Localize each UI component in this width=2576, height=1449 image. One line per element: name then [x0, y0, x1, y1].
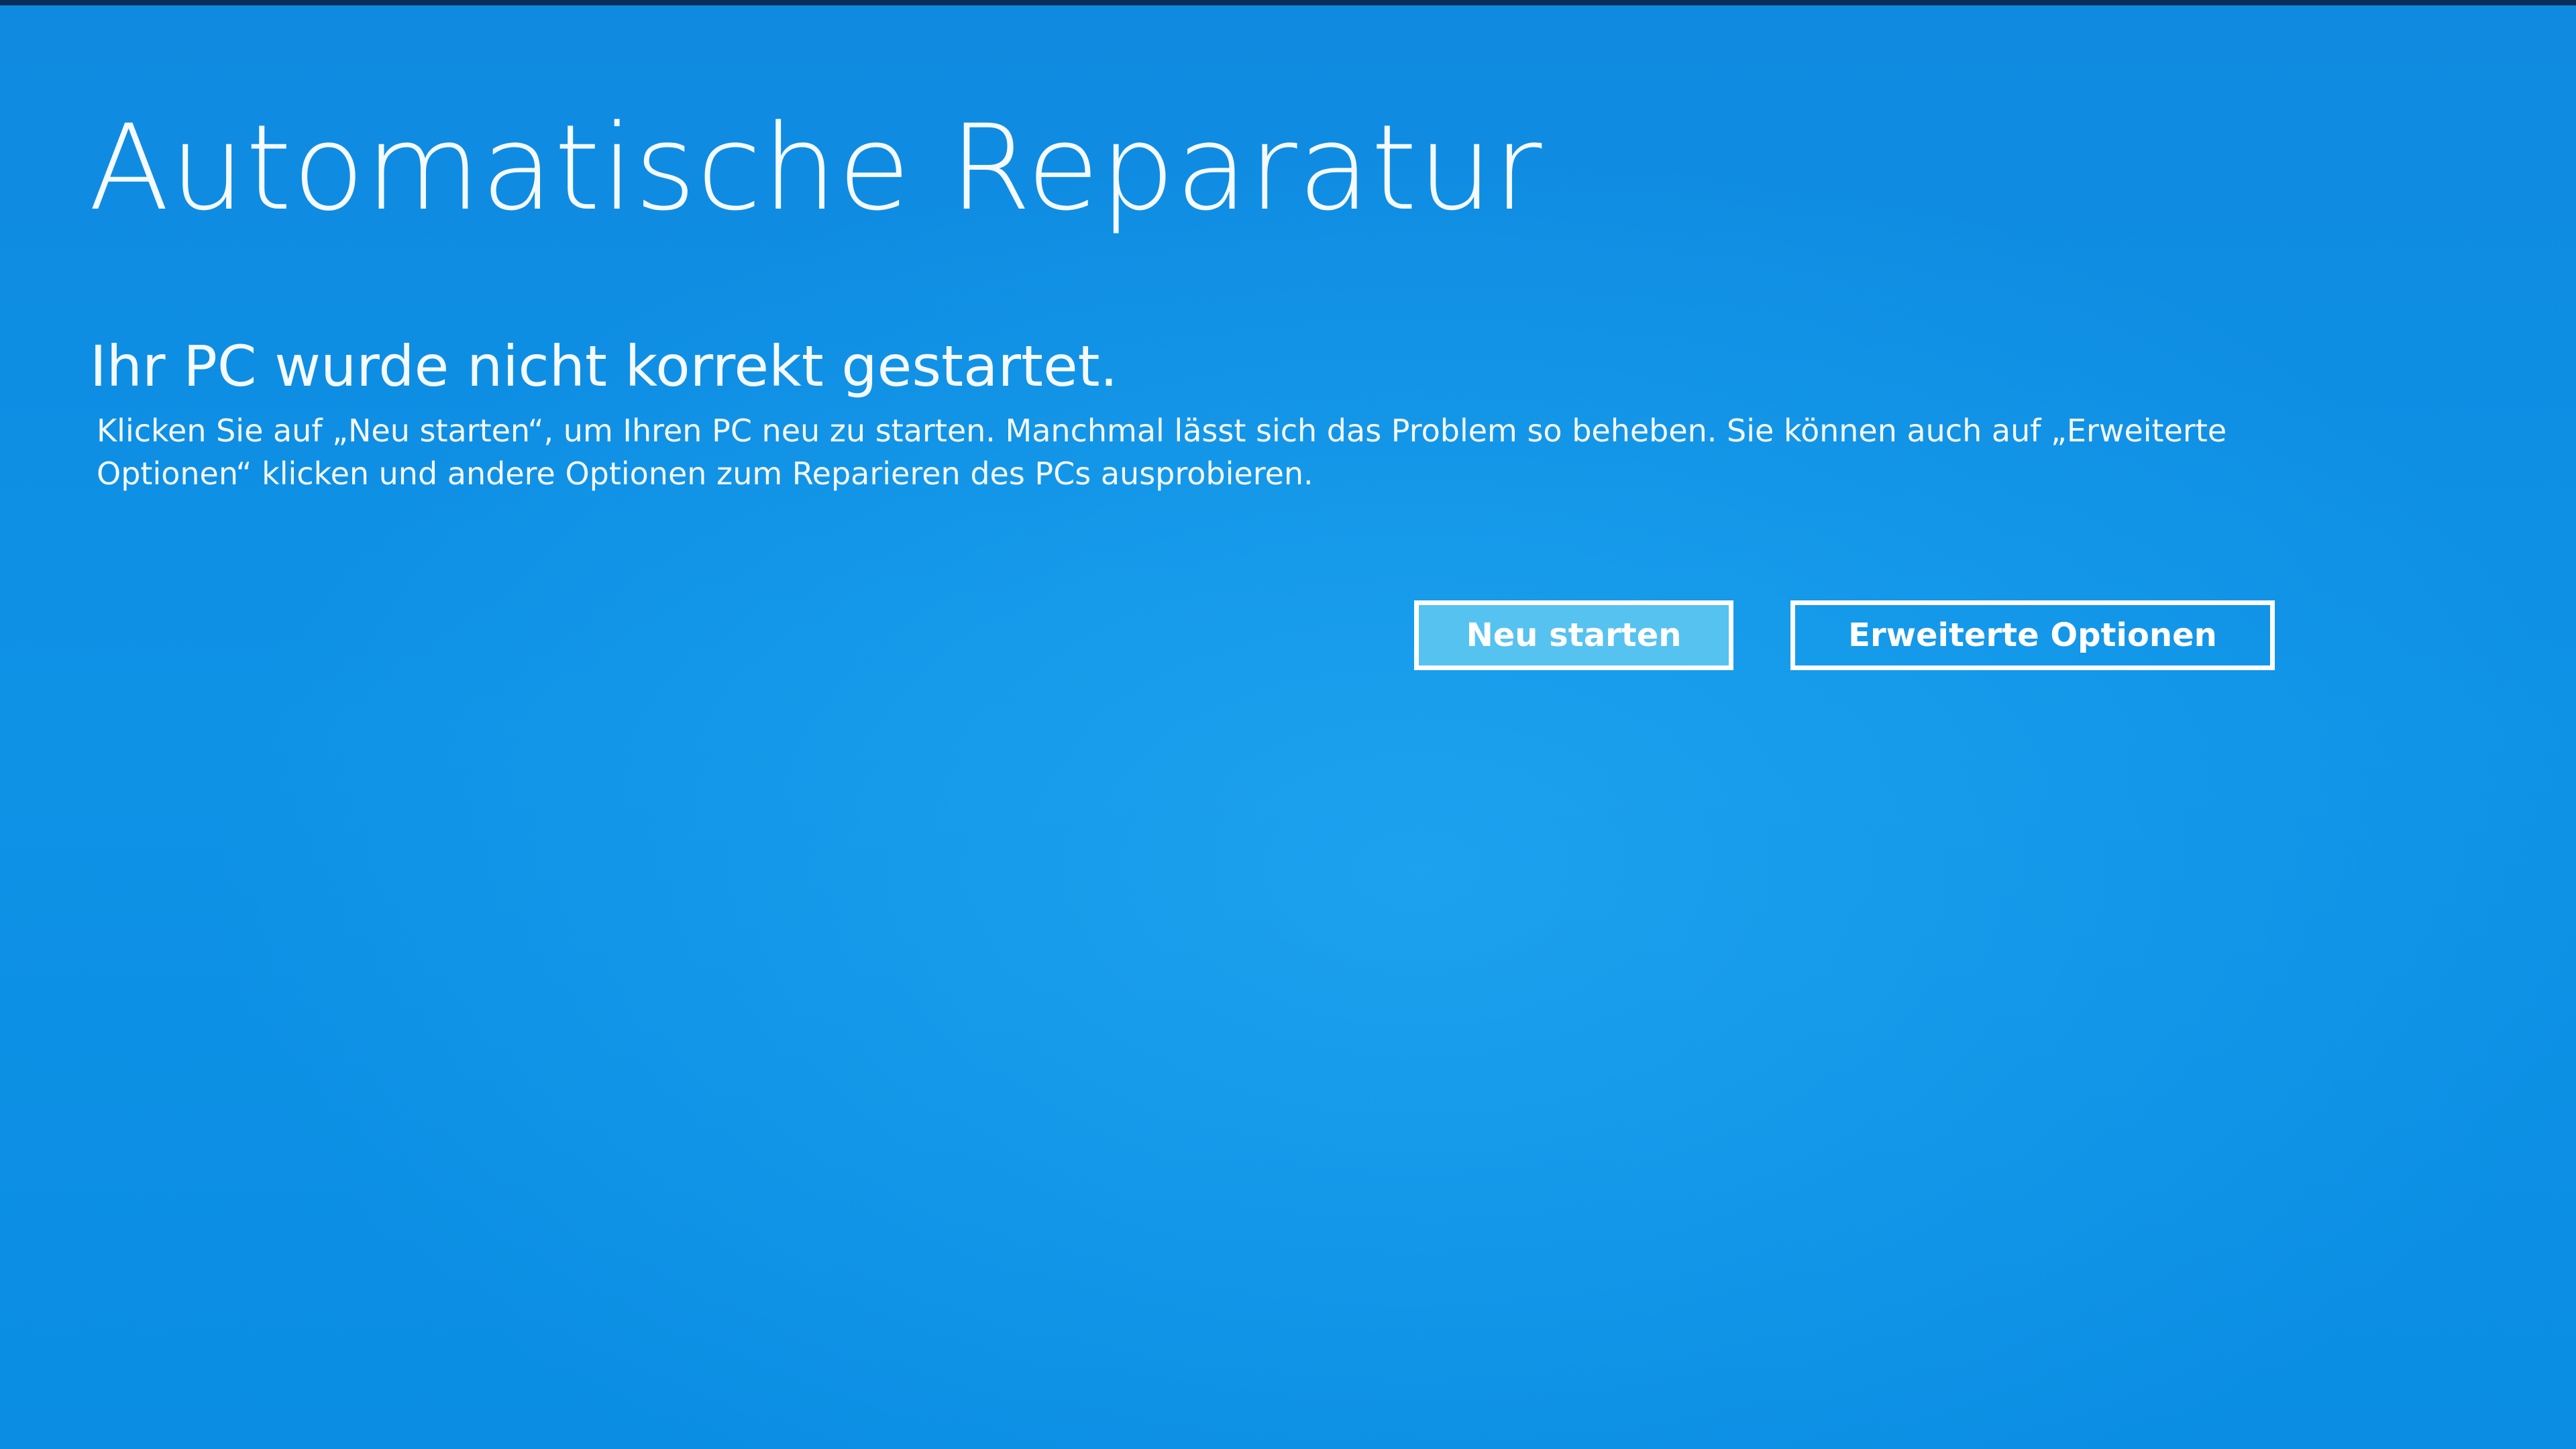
restart-button[interactable]: Neu starten [1414, 600, 1733, 670]
advanced-options-button[interactable]: Erweiterte Optionen [1790, 600, 2275, 670]
action-buttons: Neu starten Erweiterte Optionen [1414, 600, 2275, 670]
instructions-text: Klicken Sie auf „Neu starten“, um Ihren … [97, 413, 2227, 492]
status-heading: Ihr PC wurde nicht korrekt gestartet. [90, 333, 1118, 399]
page-title: Automatische Reparatur [89, 99, 1543, 237]
screen-top-edge [0, 0, 2576, 5]
recovery-screen: Automatische Reparatur Ihr PC wurde nich… [0, 0, 2576, 1449]
